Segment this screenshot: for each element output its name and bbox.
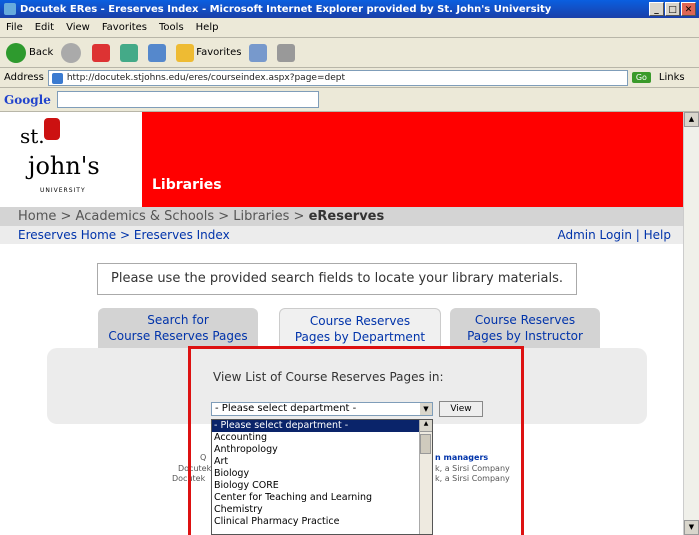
subnav-path[interactable]: Ereserves Home > Ereserves Index [18,228,230,242]
admin-login-link[interactable]: Admin Login [558,228,632,242]
crest-icon [44,118,60,140]
menu-file[interactable]: File [6,22,23,33]
refresh-icon [120,43,139,62]
google-search-input[interactable] [56,91,319,108]
scroll-up-icon[interactable]: ▲ [684,112,699,127]
library-title: Libraries [152,177,222,193]
tab-by-department[interactable]: Course Reserves Pages by Department [279,308,441,348]
university-logo[interactable]: st. john's UNIVERSITY [0,112,142,207]
back-button[interactable]: Back [6,42,53,63]
forward-arrow-icon [61,42,82,63]
refresh-button[interactable] [120,43,140,62]
print-icon [277,43,296,62]
logo-st: st. [20,124,45,148]
close-button[interactable]: ✕ [681,2,696,16]
window-titlebar: Docutek ERes - Ereserves Index - Microso… [0,0,699,18]
menu-view[interactable]: View [66,22,90,33]
forward-button[interactable] [61,42,84,63]
menu-tools[interactable]: Tools [159,22,184,33]
media-button[interactable] [249,43,269,62]
google-logo[interactable]: Google [4,93,51,107]
back-arrow-icon [6,42,26,63]
go-button[interactable]: Go [631,72,651,83]
logo-johns: john's [28,152,100,180]
page-content: st. john's UNIVERSITY Libraries Home > A… [0,112,683,535]
toolbar: Back Favorites [0,38,699,68]
window-title: Docutek ERes - Ereserves Index - Microso… [20,3,552,15]
breadcrumb: Home > Academics & Schools > Libraries >… [0,207,683,226]
address-label: Address [4,72,44,83]
star-icon [176,43,195,62]
menu-help[interactable]: Help [196,22,219,33]
header-banner: Libraries [142,112,683,207]
address-input[interactable]: http://docutek.stjohns.edu/eres/coursein… [47,69,628,86]
ie-icon [4,3,16,15]
favorites-button[interactable]: Favorites [176,43,241,62]
stop-button[interactable] [92,43,112,62]
page-scrollbar[interactable]: ▲ ▼ [683,112,699,535]
menu-bar: File Edit View Favorites Tools Help [0,18,699,38]
home-icon [148,43,167,62]
address-bar: Address http://docutek.stjohns.edu/eres/… [0,68,699,88]
print-button[interactable] [277,43,297,62]
links-label[interactable]: Links [659,72,685,83]
home-button[interactable] [148,43,168,62]
minimize-button[interactable]: _ [649,2,664,16]
highlight-frame [188,346,524,535]
instruction-notice: Please use the provided search fields to… [97,263,577,295]
scroll-down-icon[interactable]: ▼ [684,520,699,535]
tab-by-instructor[interactable]: Course Reserves Pages by Instructor [450,308,600,348]
logo-university: UNIVERSITY [40,187,86,194]
help-link[interactable]: Help [644,228,671,242]
menu-edit[interactable]: Edit [35,22,54,33]
stop-icon [92,43,111,62]
tab-search[interactable]: Search for Course Reserves Pages [98,308,258,348]
google-toolbar: Google [0,88,699,112]
maximize-button[interactable]: □ [665,2,680,16]
site-header: st. john's UNIVERSITY Libraries [0,112,683,207]
media-icon [249,43,268,62]
menu-favorites[interactable]: Favorites [102,22,147,33]
subnav: Ereserves Home > Ereserves Index Admin L… [0,226,683,244]
